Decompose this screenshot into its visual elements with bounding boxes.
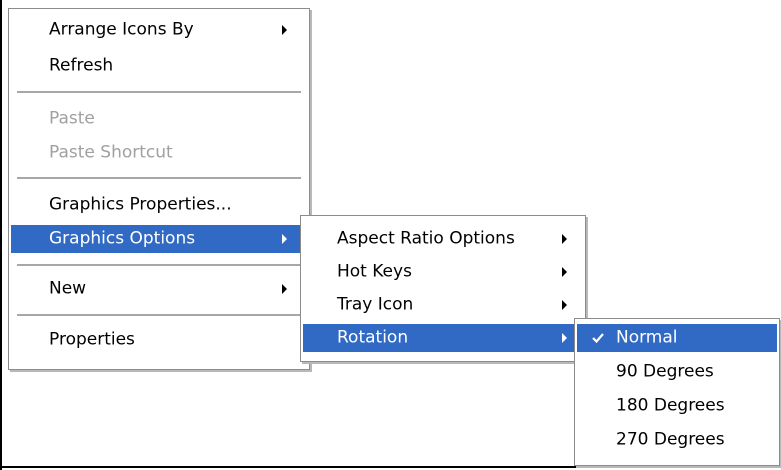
menu-item-graphics-properties[interactable]: Graphics Properties... bbox=[11, 191, 307, 219]
menu-item-tray-icon[interactable]: Tray Icon bbox=[303, 291, 583, 319]
menu-item-label: Properties bbox=[49, 329, 135, 350]
menu-item-label: Graphics Options bbox=[49, 228, 196, 249]
menu-item-label: 270 Degrees bbox=[616, 429, 725, 450]
check-icon bbox=[592, 333, 604, 344]
menu-item-label: New bbox=[49, 278, 87, 299]
menu-item-hot-keys[interactable]: Hot Keys bbox=[303, 258, 583, 286]
rotation-submenu: Normal 90 Degrees 180 Degrees 270 Degree… bbox=[574, 318, 780, 466]
menu-item-rotation[interactable]: Rotation bbox=[303, 324, 583, 352]
chevron-right-icon bbox=[562, 333, 567, 343]
menu-item-paste: Paste bbox=[11, 105, 307, 133]
menu-item-label: Hot Keys bbox=[337, 261, 412, 282]
chevron-right-icon bbox=[562, 234, 567, 244]
menu-separator bbox=[17, 264, 301, 266]
menu-item-label: 180 Degrees bbox=[616, 395, 725, 416]
desktop-context-menu: Arrange Icons By Refresh Paste Paste Sho… bbox=[8, 8, 310, 370]
menu-item-label: Rotation bbox=[337, 327, 409, 348]
chevron-right-icon bbox=[282, 234, 287, 244]
menu-item-label: Refresh bbox=[49, 55, 114, 76]
menu-item-new[interactable]: New bbox=[11, 275, 307, 303]
menu-item-refresh[interactable]: Refresh bbox=[11, 52, 307, 80]
graphics-options-submenu: Aspect Ratio Options Hot Keys Tray Icon … bbox=[300, 215, 586, 362]
menu-item-rotation-270-degrees[interactable]: 270 Degrees bbox=[577, 426, 777, 454]
menu-item-rotation-normal[interactable]: Normal bbox=[577, 324, 777, 352]
menu-separator bbox=[17, 177, 301, 179]
menu-item-label: 90 Degrees bbox=[616, 361, 714, 382]
menu-item-label: Normal bbox=[616, 327, 678, 348]
menu-item-arrange-icons-by[interactable]: Arrange Icons By bbox=[11, 16, 307, 44]
menu-item-label: Aspect Ratio Options bbox=[337, 228, 515, 249]
chevron-right-icon bbox=[562, 300, 567, 310]
menu-item-label: Tray Icon bbox=[337, 294, 414, 315]
menu-item-label: Arrange Icons By bbox=[49, 19, 194, 40]
chevron-right-icon bbox=[562, 267, 567, 277]
desktop-frame-left bbox=[0, 0, 2, 470]
menu-item-rotation-90-degrees[interactable]: 90 Degrees bbox=[577, 358, 777, 386]
menu-item-rotation-180-degrees[interactable]: 180 Degrees bbox=[577, 392, 777, 420]
chevron-right-icon bbox=[282, 25, 287, 35]
menu-item-label: Paste Shortcut bbox=[49, 142, 173, 163]
menu-item-label: Graphics Properties... bbox=[49, 194, 232, 215]
desktop-frame-bottom bbox=[0, 466, 781, 468]
menu-item-aspect-ratio-options[interactable]: Aspect Ratio Options bbox=[303, 225, 583, 253]
menu-item-paste-shortcut: Paste Shortcut bbox=[11, 139, 307, 167]
menu-item-label: Paste bbox=[49, 108, 95, 129]
menu-separator bbox=[17, 91, 301, 93]
chevron-right-icon bbox=[282, 284, 287, 294]
menu-item-graphics-options[interactable]: Graphics Options bbox=[11, 225, 307, 253]
menu-separator bbox=[17, 314, 301, 316]
menu-item-properties[interactable]: Properties bbox=[11, 326, 307, 354]
